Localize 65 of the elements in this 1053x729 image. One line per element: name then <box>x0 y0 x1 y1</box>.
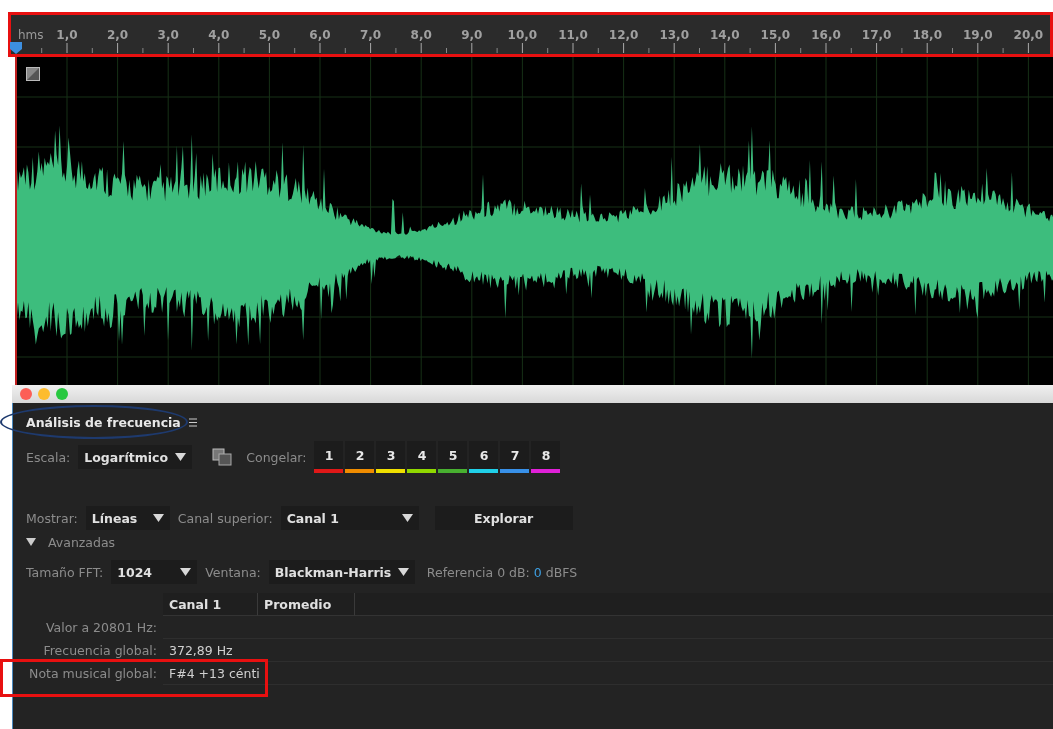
table-cell: 372,89 Hz <box>163 639 258 662</box>
time-tick-label: 13,0 <box>659 28 689 42</box>
window-label: Ventana: <box>205 564 261 580</box>
dropdown-caret-icon <box>152 514 164 522</box>
freeze-slot-button[interactable]: 6 <box>469 441 499 473</box>
freeze-slot-button[interactable]: 1 <box>314 441 344 473</box>
time-tick-label: 19,0 <box>963 28 993 42</box>
freeze-slot-button[interactable]: 2 <box>345 441 375 473</box>
reference-label: Referencia 0 dB: <box>426 564 530 580</box>
reference-value[interactable]: 0 <box>533 564 542 580</box>
playhead-marker-icon[interactable] <box>10 42 22 54</box>
top-channel-label: Canal superior: <box>177 510 273 526</box>
row-label: Nota musical global: <box>28 664 158 683</box>
time-tick-label: 8,0 <box>410 28 432 42</box>
fft-size-dropdown[interactable]: 1024 <box>111 560 198 584</box>
fft-size-label: Tamaño FFT: <box>26 564 104 580</box>
time-tick-label: 12,0 <box>608 28 639 42</box>
time-tick-label: 2,0 <box>106 28 129 42</box>
table-cell: F#4 +13 cénti <box>163 662 258 685</box>
dropdown-caret-icon <box>397 568 409 576</box>
freeze-label: Congelar: <box>246 449 307 465</box>
time-tick-label: 5,0 <box>258 28 280 42</box>
scale-label: Escala: <box>26 449 71 465</box>
time-tick-label: 6,0 <box>309 28 331 42</box>
reference-unit: dBFS <box>545 564 578 580</box>
window-dropdown[interactable]: Blackman-Harris <box>268 560 415 584</box>
time-ruler[interactable]: hms 1,0 2,0 3,0 4,0 5,0 6,0 7,0 8,0 9,0 10,0 11,0 12,0 13,0 14,0 15,0 16,0 17,0 18,0 19,0 20,0 <box>8 12 1053 57</box>
advanced-section-label[interactable]: Avanzadas <box>48 534 116 550</box>
column-header[interactable]: Canal 1 <box>163 593 258 616</box>
time-tick-label: 1,0 <box>56 28 78 42</box>
show-label: Mostrar: <box>26 510 78 526</box>
time-tick-label: 16,0 <box>811 28 841 42</box>
time-tick-label: 4,0 <box>208 28 230 42</box>
menu-icon[interactable] <box>188 417 197 427</box>
top-channel-dropdown[interactable]: Canal 1 <box>280 506 419 530</box>
time-tick-label: 9,0 <box>461 28 483 42</box>
expand-triangle-icon[interactable] <box>26 538 36 546</box>
dropdown-caret-icon <box>180 568 192 576</box>
dropdown-caret-icon <box>175 453 187 461</box>
freeze-slot-button[interactable]: 3 <box>376 441 406 473</box>
freeze-slot-button[interactable]: 7 <box>500 441 530 473</box>
scale-dropdown[interactable]: Logarítmico <box>78 445 193 469</box>
row-label: Valor a 20801 Hz: <box>44 618 158 637</box>
freeze-slot-button[interactable]: 4 <box>407 441 437 473</box>
time-tick-label: 7,0 <box>359 28 382 42</box>
time-tick-label: 14,0 <box>710 28 740 42</box>
time-tick-label: 11,0 <box>558 28 588 42</box>
show-dropdown[interactable]: Líneas <box>85 506 170 530</box>
diagonal-square-icon[interactable] <box>26 67 40 81</box>
close-window-button[interactable] <box>20 388 32 400</box>
panel-title: Análisis de frecuencia <box>26 414 181 430</box>
time-tick-label: 10,0 <box>507 28 538 42</box>
column-header[interactable]: Promedio <box>258 593 355 616</box>
explore-button[interactable]: Explorar <box>434 506 573 530</box>
freeze-slot-button[interactable]: 8 <box>531 441 561 473</box>
time-tick-label: 15,0 <box>760 28 791 42</box>
time-tick-label: 20,0 <box>1013 28 1044 42</box>
freeze-slot-button[interactable]: 5 <box>438 441 468 473</box>
time-tick-label: 18,0 <box>912 28 942 42</box>
time-unit-label: hms <box>18 28 44 42</box>
row-label: Frecuencia global: <box>42 641 158 660</box>
time-tick-label: 17,0 <box>861 28 892 42</box>
time-tick-label: 3,0 <box>157 28 179 42</box>
copy-icon[interactable] <box>212 448 233 466</box>
dropdown-caret-icon <box>401 514 413 522</box>
